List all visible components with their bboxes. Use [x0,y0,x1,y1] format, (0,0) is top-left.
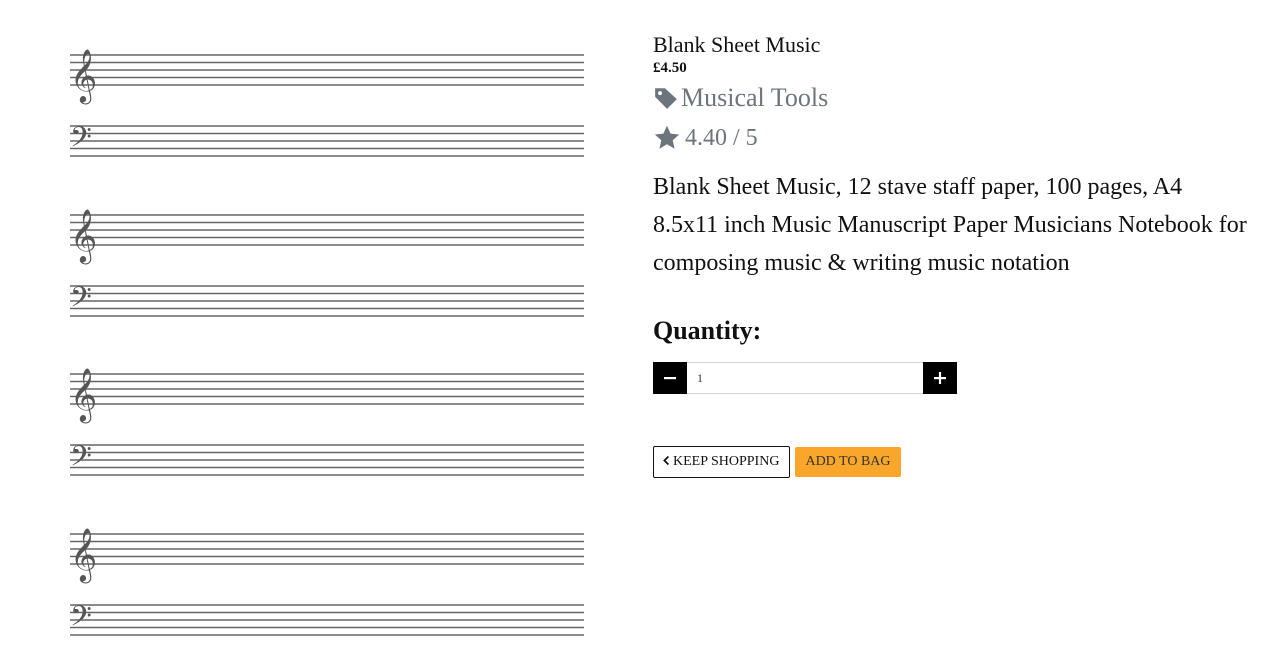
increment-button[interactable] [923,362,957,394]
treble-clef-icon: 𝄞 [70,48,97,104]
category-label: Musical Tools [681,83,829,112]
treble-clef-icon: 𝄞 [70,527,97,583]
chevron-left-icon [662,455,670,470]
rating-value: 4.40 / 5 [685,125,758,151]
staff-paper-image: 𝄞 𝄢 𝄞 𝄢 𝄞 𝄢 𝄞 𝄢 [70,48,584,640]
star-icon [653,124,681,152]
quantity-stepper [653,362,957,394]
product-name: Blank Sheet Music [653,32,821,57]
action-buttons: KEEP SHOPPING ADD TO BAG [653,446,1253,478]
keep-shopping-button[interactable]: KEEP SHOPPING [653,446,791,478]
product-rating: 4.40 / 5 [653,120,1253,156]
keep-shopping-label: KEEP SHOPPING [673,454,780,469]
treble-clef-icon: 𝄞 [70,367,97,423]
minus-icon [664,368,676,389]
staff: 𝄞 [70,367,584,423]
staff: 𝄢 [70,440,584,480]
bass-clef-icon: 𝄢 [70,281,92,321]
bass-clef-icon: 𝄢 [70,440,92,480]
quantity-input[interactable] [687,362,923,394]
staff: 𝄞 [70,527,584,583]
product-description: Blank Sheet Music, 12 stave staff paper,… [653,174,1247,276]
bass-clef-icon: 𝄢 [70,600,92,640]
staff: 𝄞 [70,208,584,264]
tag-icon [653,85,679,111]
staff: 𝄞 [70,48,584,104]
staff: 𝄢 [70,600,584,640]
product-image: 𝄞 𝄢 𝄞 𝄢 𝄞 𝄢 𝄞 𝄢 [66,40,586,645]
treble-clef-icon: 𝄞 [70,208,97,264]
staff: 𝄢 [70,121,584,161]
staff: 𝄢 [70,281,584,321]
product-details: Blank Sheet Music £4.50 Musical Tools 4.… [653,30,1253,478]
quantity-label: Quantity: [653,316,762,345]
decrement-button[interactable] [653,362,687,394]
product-detail-page: 𝄞 𝄢 𝄞 𝄢 𝄞 𝄢 𝄞 𝄢 Blank Sheet Music £4.50 Musical… [0,0,1279,662]
bass-clef-icon: 𝄢 [70,121,92,161]
product-price: £4.50 [653,60,687,76]
product-category[interactable]: Musical Tools [653,80,1253,116]
plus-icon [934,368,946,389]
add-to-bag-button[interactable]: ADD TO BAG [795,447,901,477]
